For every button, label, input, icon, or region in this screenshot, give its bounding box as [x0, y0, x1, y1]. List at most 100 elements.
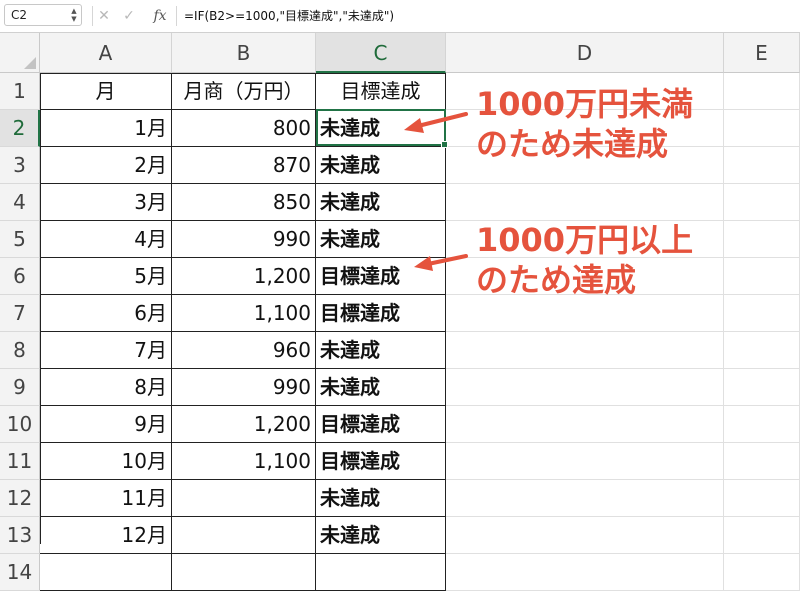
cell-e8[interactable] — [724, 332, 800, 369]
cell-e10[interactable] — [724, 406, 800, 443]
cell-a13[interactable]: 12月 — [40, 517, 172, 554]
cell-a5[interactable]: 4月 — [40, 221, 172, 258]
name-box[interactable]: C2 ▲ ▼ — [4, 4, 82, 26]
cell-d4[interactable] — [446, 184, 724, 221]
cell-e7[interactable] — [724, 295, 800, 332]
cell-a7[interactable]: 6月 — [40, 295, 172, 332]
column-header-c[interactable]: C — [316, 33, 446, 73]
cell-a11[interactable]: 10月 — [40, 443, 172, 480]
formula-bar-separator — [176, 6, 177, 26]
row-header-5[interactable]: 5 — [0, 221, 40, 258]
row-header-8[interactable]: 8 — [0, 332, 40, 369]
cell-a12[interactable]: 11月 — [40, 480, 172, 517]
cell-b10[interactable]: 1,200 — [172, 406, 316, 443]
cell-b2[interactable]: 800 — [172, 110, 316, 147]
cell-c7[interactable]: 目標達成 — [316, 295, 446, 332]
cell-a8[interactable]: 7月 — [40, 332, 172, 369]
name-box-value: C2 — [11, 8, 28, 22]
cell-c10[interactable]: 目標達成 — [316, 406, 446, 443]
cell-d11[interactable] — [446, 443, 724, 480]
cell-a10[interactable]: 9月 — [40, 406, 172, 443]
cell-c14[interactable] — [316, 554, 446, 591]
cell-d7[interactable] — [446, 295, 724, 332]
annotation-above-target-line1: 1000万円以上 — [476, 221, 694, 259]
select-all-corner[interactable] — [0, 33, 40, 73]
cell-c13[interactable]: 未達成 — [316, 517, 446, 554]
cell-a6[interactable]: 5月 — [40, 258, 172, 295]
cell-b14[interactable] — [172, 554, 316, 591]
check-icon[interactable]: ✓ — [121, 6, 137, 26]
cell-c1[interactable]: 目標達成 — [316, 73, 446, 110]
annotation-below-target-line1: 1000万円未満 — [476, 85, 694, 123]
fx-icon[interactable]: fx — [150, 6, 170, 26]
formula-bar-separator — [92, 6, 93, 26]
cell-a2[interactable]: 1月 — [40, 110, 172, 147]
cell-c11[interactable]: 目標達成 — [316, 443, 446, 480]
row-header-9[interactable]: 9 — [0, 369, 40, 406]
annotation-above-target-line2: のため達成 — [476, 261, 637, 299]
cell-d9[interactable] — [446, 369, 724, 406]
cell-a9[interactable]: 8月 — [40, 369, 172, 406]
column-header-a[interactable]: A — [40, 33, 172, 73]
cell-c9[interactable]: 未達成 — [316, 369, 446, 406]
cell-e3[interactable] — [724, 147, 800, 184]
column-header-b[interactable]: B — [172, 33, 316, 73]
cell-b13[interactable] — [172, 517, 316, 554]
row-header-4[interactable]: 4 — [0, 184, 40, 221]
cell-d10[interactable] — [446, 406, 724, 443]
cell-e1[interactable] — [724, 73, 800, 110]
row-header-14[interactable]: 14 — [0, 554, 40, 591]
cell-e13[interactable] — [724, 517, 800, 554]
cell-a14[interactable] — [40, 554, 172, 591]
column-header-d[interactable]: D — [446, 33, 724, 73]
cell-e6[interactable] — [724, 258, 800, 295]
cell-e12[interactable] — [724, 480, 800, 517]
row-header-7[interactable]: 7 — [0, 295, 40, 332]
cell-b8[interactable]: 960 — [172, 332, 316, 369]
cell-e4[interactable] — [724, 184, 800, 221]
cell-c8[interactable]: 未達成 — [316, 332, 446, 369]
cell-e14[interactable] — [724, 554, 800, 591]
cell-c6[interactable]: 目標達成 — [316, 258, 446, 295]
cross-icon[interactable]: ✕ — [96, 6, 112, 26]
cell-a4[interactable]: 3月 — [40, 184, 172, 221]
cell-d12[interactable] — [446, 480, 724, 517]
cell-a1[interactable]: 月 — [40, 73, 172, 110]
name-box-stepper-icon[interactable]: ▲ ▼ — [70, 7, 78, 23]
cell-b3[interactable]: 870 — [172, 147, 316, 184]
cell-a3[interactable]: 2月 — [40, 147, 172, 184]
cell-e9[interactable] — [724, 369, 800, 406]
cell-b1[interactable]: 月商（万円） — [172, 73, 316, 110]
cell-b11[interactable]: 1,100 — [172, 443, 316, 480]
row-header-13[interactable]: 13 — [0, 517, 40, 554]
cell-d14[interactable] — [446, 554, 724, 591]
cell-b6[interactable]: 1,200 — [172, 258, 316, 295]
annotation-below-target-line2: のため未達成 — [476, 125, 669, 163]
cell-c4[interactable]: 未達成 — [316, 184, 446, 221]
cell-b4[interactable]: 850 — [172, 184, 316, 221]
row-header-2[interactable]: 2 — [0, 110, 40, 147]
cell-b7[interactable]: 1,100 — [172, 295, 316, 332]
cell-c2[interactable]: 未達成 — [316, 110, 446, 147]
row-header-12[interactable]: 12 — [0, 480, 40, 517]
column-header-e[interactable]: E — [724, 33, 800, 73]
cell-b12[interactable] — [172, 480, 316, 517]
row-header-11[interactable]: 11 — [0, 443, 40, 480]
cell-c5[interactable]: 未達成 — [316, 221, 446, 258]
row-header-3[interactable]: 3 — [0, 147, 40, 184]
cell-c12[interactable]: 未達成 — [316, 480, 446, 517]
row-header-1[interactable]: 1 — [0, 73, 40, 110]
cell-b9[interactable]: 990 — [172, 369, 316, 406]
cell-e2[interactable] — [724, 110, 800, 147]
row-header-6[interactable]: 6 — [0, 258, 40, 295]
cell-e5[interactable] — [724, 221, 800, 258]
cell-d8[interactable] — [446, 332, 724, 369]
cell-d13[interactable] — [446, 517, 724, 554]
cell-e11[interactable] — [724, 443, 800, 480]
fill-handle[interactable] — [441, 141, 448, 148]
row-header-10[interactable]: 10 — [0, 406, 40, 443]
cell-b5[interactable]: 990 — [172, 221, 316, 258]
formula-input[interactable]: =IF(B2>=1000,"目標達成","未達成") — [184, 6, 394, 26]
cell-c3[interactable]: 未達成 — [316, 147, 446, 184]
select-all-triangle-icon — [24, 57, 36, 69]
